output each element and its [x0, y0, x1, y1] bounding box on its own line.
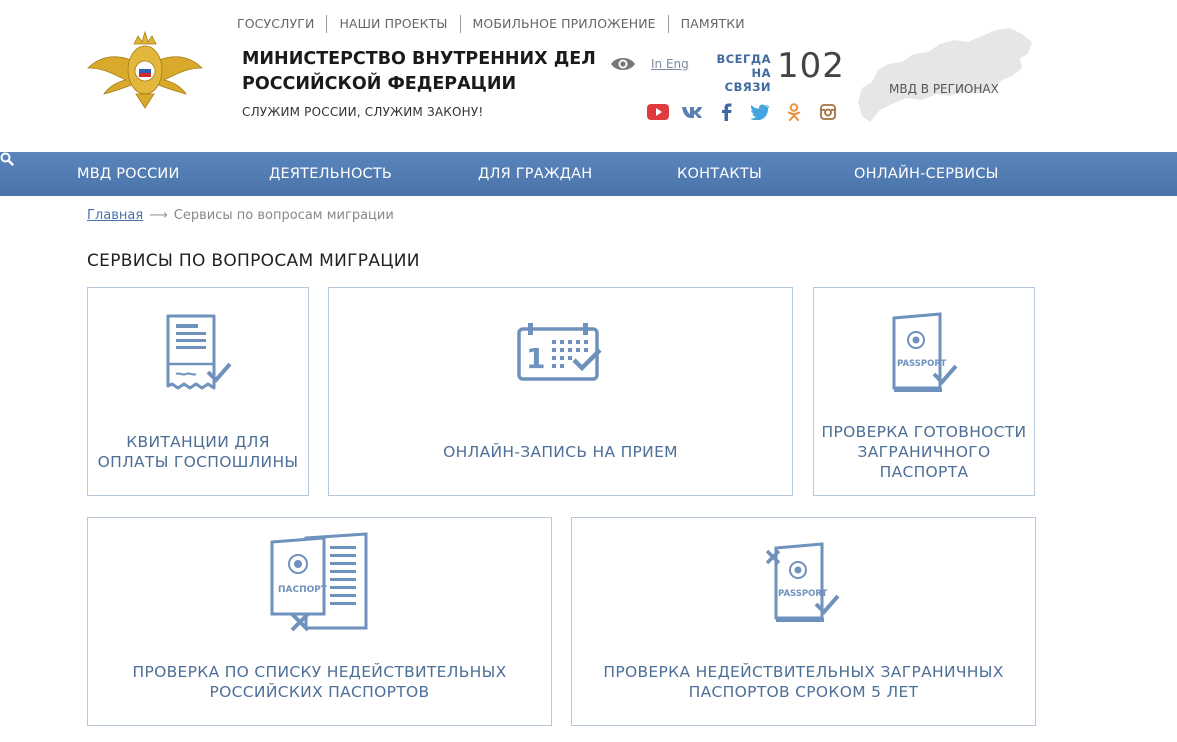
- passport-en-label-2: PASSPORT: [778, 589, 828, 599]
- ministry-title-line2: РОССИЙСКОЙ ФЕДЕРАЦИИ: [242, 74, 517, 94]
- breadcrumb: Главная ⟶ Сервисы по вопросам миграции: [87, 208, 394, 223]
- nav-item-citizens[interactable]: ДЛЯ ГРАЖДАН: [478, 166, 592, 182]
- russian-passport-invalid-icon: ПАСПОРТ: [270, 532, 367, 632]
- foreign-passport-invalid-icon: PASSPORT: [765, 542, 840, 622]
- twitter-icon[interactable]: [743, 102, 777, 122]
- russia-map-icon[interactable]: [852, 24, 1038, 124]
- regions-label[interactable]: МВД В РЕГИОНАХ: [889, 82, 999, 96]
- nav-item-online-services[interactable]: ОНЛАЙН-СЕРВИСЫ: [854, 166, 999, 182]
- tile-passport-readiness[interactable]: PASSPORT ПРОВЕРКА ГОТОВНОСТИ ЗАГРАНИЧНОГ…: [813, 287, 1035, 496]
- tile-online-appointment[interactable]: 1 ОНЛАЙН-ЗАПИСЬ НА ПРИЕМ: [328, 287, 793, 496]
- odnoklassniki-icon[interactable]: [777, 102, 811, 122]
- main-nav: МВД РОССИИ ДЕЯТЕЛЬНОСТЬ ДЛЯ ГРАЖДАН КОНТ…: [0, 152, 1177, 196]
- tile-receipts-line1: КВИТАНЦИИ ДЛЯ: [126, 433, 270, 451]
- tile-receipts-caption: КВИТАНЦИИ ДЛЯ ОПЛАТЫ ГОСПОШЛИНЫ: [88, 432, 308, 472]
- always-line1: ВСЕГДА: [716, 52, 771, 66]
- nav-item-activity[interactable]: ДЕЯТЕЛЬНОСТЬ: [269, 166, 392, 182]
- vk-icon[interactable]: [675, 102, 709, 122]
- receipt-icon: [166, 314, 232, 390]
- mvd-emblem-icon[interactable]: [86, 24, 204, 112]
- tile-passport-readiness-caption: ПРОВЕРКА ГОТОВНОСТИ ЗАГРАНИЧНОГО ПАСПОРТ…: [814, 422, 1034, 482]
- ministry-title[interactable]: МИНИСТЕРСТВО ВНУТРЕННИХ ДЕЛ РОССИЙСКОЙ Ф…: [242, 47, 596, 97]
- tile-passport-readiness-line1: ПРОВЕРКА ГОТОВНОСТИ: [821, 423, 1027, 441]
- motto: СЛУЖИМ РОССИИ, СЛУЖИМ ЗАКОНУ!: [242, 105, 484, 119]
- calendar-day-number: 1: [526, 342, 545, 375]
- page-title: СЕРВИСЫ ПО ВОПРОСАМ МИГРАЦИИ: [87, 251, 420, 271]
- top-links: ГОСУСЛУГИ НАШИ ПРОЕКТЫ МОБИЛЬНОЕ ПРИЛОЖЕ…: [237, 15, 757, 33]
- breadcrumb-arrow-icon: ⟶: [149, 208, 168, 223]
- top-link-gosuslugi[interactable]: ГОСУСЛУГИ: [237, 15, 326, 33]
- tile-passport-readiness-line2: ЗАГРАНИЧНОГО: [857, 443, 991, 461]
- top-link-mobile-app[interactable]: МОБИЛЬНОЕ ПРИЛОЖЕНИЕ: [459, 15, 668, 33]
- search-icon[interactable]: [0, 152, 14, 166]
- breadcrumb-current: Сервисы по вопросам миграции: [173, 208, 394, 223]
- youtube-icon[interactable]: [641, 102, 675, 122]
- eye-icon[interactable]: [610, 55, 636, 73]
- tile-invalid-russian-passports[interactable]: ПАСПОРТ ПРОВЕРКА ПО СПИСКУ НЕДЕЙСТВИТЕЛЬ…: [87, 517, 552, 726]
- nav-item-mvd[interactable]: МВД РОССИИ: [77, 166, 180, 182]
- tile-invalid-foreign-passports-line2: ПАСПОРТОВ СРОКОМ 5 ЛЕТ: [688, 683, 919, 701]
- calendar-icon: 1: [516, 323, 602, 381]
- tile-invalid-foreign-passports[interactable]: PASSPORT ПРОВЕРКА НЕДЕЙСТВИТЕЛЬНЫХ ЗАГРА…: [571, 517, 1036, 726]
- tile-passport-readiness-line3: ПАСПОРТА: [879, 463, 969, 481]
- tile-online-appointment-caption: ОНЛАЙН-ЗАПИСЬ НА ПРИЕМ: [443, 443, 678, 461]
- social-links: [641, 102, 845, 122]
- hotline-number[interactable]: 102: [777, 46, 845, 86]
- tile-invalid-russian-passports-line2: РОССИЙСКИХ ПАСПОРТОВ: [209, 683, 430, 701]
- ministry-title-line1: МИНИСТЕРСТВО ВНУТРЕННИХ ДЕЛ: [242, 49, 596, 69]
- tile-invalid-russian-passports-caption: ПРОВЕРКА ПО СПИСКУ НЕДЕЙСТВИТЕЛЬНЫХ РОСС…: [88, 662, 551, 702]
- instagram-icon[interactable]: [811, 102, 845, 122]
- top-link-projects[interactable]: НАШИ ПРОЕКТЫ: [326, 15, 459, 33]
- foreign-passport-check-icon: PASSPORT: [892, 312, 958, 392]
- tile-invalid-foreign-passports-line1: ПРОВЕРКА НЕДЕЙСТВИТЕЛЬНЫХ ЗАГРАНИЧНЫХ: [603, 663, 1004, 681]
- tile-invalid-foreign-passports-caption: ПРОВЕРКА НЕДЕЙСТВИТЕЛЬНЫХ ЗАГРАНИЧНЫХ ПА…: [572, 662, 1035, 702]
- passport-ru-label: ПАСПОРТ: [278, 585, 328, 595]
- passport-en-label: PASSPORT: [897, 359, 947, 369]
- tile-invalid-russian-passports-line1: ПРОВЕРКА ПО СПИСКУ НЕДЕЙСТВИТЕЛЬНЫХ: [132, 663, 507, 681]
- breadcrumb-home[interactable]: Главная: [87, 208, 143, 223]
- english-version-link[interactable]: In Eng: [651, 57, 689, 71]
- facebook-icon[interactable]: [709, 102, 743, 122]
- always-line2: НА СВЯЗИ: [724, 66, 771, 94]
- top-link-memos[interactable]: ПАМЯТКИ: [667, 15, 757, 33]
- tile-receipts[interactable]: КВИТАНЦИИ ДЛЯ ОПЛАТЫ ГОСПОШЛИНЫ: [87, 287, 309, 496]
- tile-receipts-line2: ОПЛАТЫ ГОСПОШЛИНЫ: [97, 453, 299, 471]
- nav-item-contacts[interactable]: КОНТАКТЫ: [677, 166, 762, 182]
- always-available: ВСЕГДА НА СВЯЗИ: [703, 52, 771, 94]
